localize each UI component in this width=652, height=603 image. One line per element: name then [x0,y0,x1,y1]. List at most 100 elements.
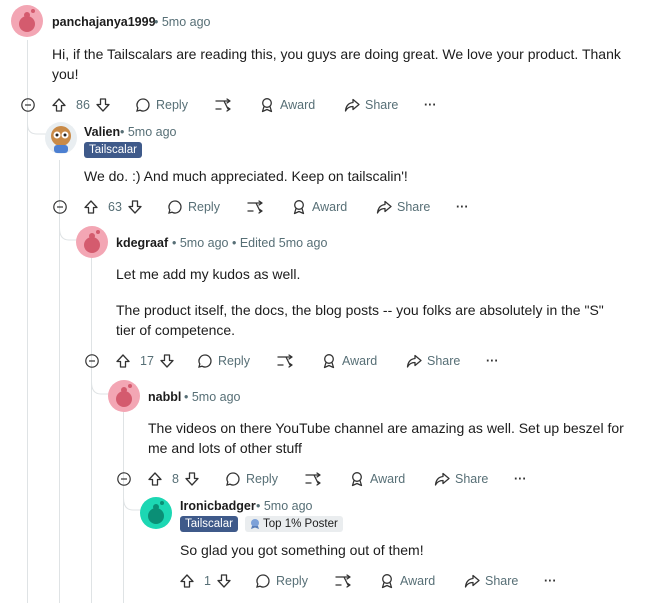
comment-actions: 8 Reply Award Share ··· [96,467,652,491]
collapse-icon[interactable] [21,98,35,112]
downvote-icon[interactable] [127,199,143,215]
more-options-icon: ··· [424,98,437,112]
share-icon [464,574,480,588]
edited-label: Edited 5mo ago [239,236,328,250]
crosspost-button[interactable] [304,467,322,491]
crosspost-button[interactable] [246,195,264,219]
snoo-avatar-icon [84,230,100,253]
award-label: Award [400,574,436,588]
reply-button[interactable]: Reply [167,195,220,219]
avatar[interactable] [45,122,77,154]
reply-label: Reply [156,98,188,112]
crosspost-icon [277,354,293,368]
upvote-icon[interactable] [147,471,163,487]
share-button[interactable]: Share [464,569,518,593]
award-button[interactable]: Award [259,93,315,117]
avatar[interactable] [11,5,43,37]
user-flair: Tailscalar [84,142,142,158]
share-button[interactable]: Share [376,195,430,219]
share-icon [376,200,392,214]
downvote-icon[interactable] [95,97,111,113]
vote-count: 17 [140,354,154,368]
vote-count: 86 [76,98,90,112]
collapse-icon[interactable] [53,200,67,214]
more-options-icon: ··· [456,200,469,214]
award-icon [261,98,273,113]
more-options-icon: ··· [486,354,499,368]
avatar[interactable] [76,226,108,258]
custom-avatar-icon [51,126,71,153]
downvote-icon[interactable] [216,573,232,589]
downvote-icon[interactable] [184,471,200,487]
collapse-icon[interactable] [117,472,131,486]
comment-actions: 86 Reply Award Share ··· [0,93,652,117]
more-options-button[interactable]: ··· [486,349,499,373]
vote-count: 1 [204,574,211,588]
chat-bubble-icon [136,98,150,112]
vote-count: 63 [108,200,122,214]
upvote-icon[interactable] [83,199,99,215]
share-label: Share [427,354,461,368]
chat-bubble-icon [256,574,270,588]
reply-button[interactable]: Reply [135,93,188,117]
award-icon [351,472,363,487]
comment-body: So glad you got something out of them! [180,542,424,558]
share-label: Share [485,574,519,588]
trophy-icon [251,519,259,529]
share-icon [434,472,450,486]
award-button[interactable]: Award [291,195,347,219]
award-button[interactable]: Award [379,569,435,593]
snoo-avatar-icon [148,501,164,524]
vote-count: 8 [172,472,179,486]
downvote-icon[interactable] [159,353,175,369]
crosspost-button[interactable] [276,349,294,373]
reply-button[interactable]: Reply [225,467,278,491]
chat-bubble-icon [226,472,240,486]
vote-group: 8 [147,467,200,491]
comment-actions: 1 Reply Award Share ··· [128,569,652,593]
comment-time: • 5mo ago [154,15,211,29]
user-flair: Tailscalar [180,516,238,532]
more-options-button[interactable]: ··· [424,93,437,117]
crosspost-button[interactable] [334,569,352,593]
crosspost-button[interactable] [214,93,232,117]
collapse-icon[interactable] [85,354,99,368]
share-label: Share [365,98,399,112]
share-label: Share [397,200,431,214]
more-options-button[interactable]: ··· [544,569,557,593]
share-button[interactable]: Share [406,349,460,373]
upvote-icon[interactable] [51,97,67,113]
reply-button[interactable]: Reply [197,349,250,373]
username[interactable]: panchajanya1999 [52,15,156,29]
reply-label: Reply [246,472,278,486]
username[interactable]: nabbl [148,390,181,404]
upvote-icon[interactable] [115,353,131,369]
award-button[interactable]: Award [349,467,405,491]
more-options-button[interactable]: ··· [514,467,527,491]
comment-time: • 5mo ago • Edited 5mo ago [172,236,328,250]
vote-group: 63 [83,195,143,219]
award-icon [293,200,305,215]
username[interactable]: Ironicbadger [180,499,256,513]
reply-label: Reply [276,574,308,588]
chat-bubble-icon [168,200,182,214]
crosspost-icon [215,98,231,112]
comment-body: The videos on there YouTube channel are … [148,420,624,456]
upvote-icon[interactable] [179,573,195,589]
award-button[interactable]: Award [321,349,377,373]
avatar[interactable] [140,497,172,529]
comment-body: We do. :) And much appreciated. Keep on … [84,168,408,184]
username[interactable]: kdegraaf [116,236,168,250]
snoo-avatar-icon [116,384,132,407]
snoo-avatar-icon [19,9,35,32]
username[interactable]: Valien [84,125,120,139]
comment-time: • 5mo ago [184,390,241,404]
crosspost-icon [247,200,263,214]
comment-time: • 5mo ago [120,125,177,139]
more-options-button[interactable]: ··· [456,195,469,219]
share-button[interactable]: Share [344,93,398,117]
reply-button[interactable]: Reply [255,569,308,593]
avatar[interactable] [108,380,140,412]
share-icon [344,98,360,112]
share-button[interactable]: Share [434,467,488,491]
